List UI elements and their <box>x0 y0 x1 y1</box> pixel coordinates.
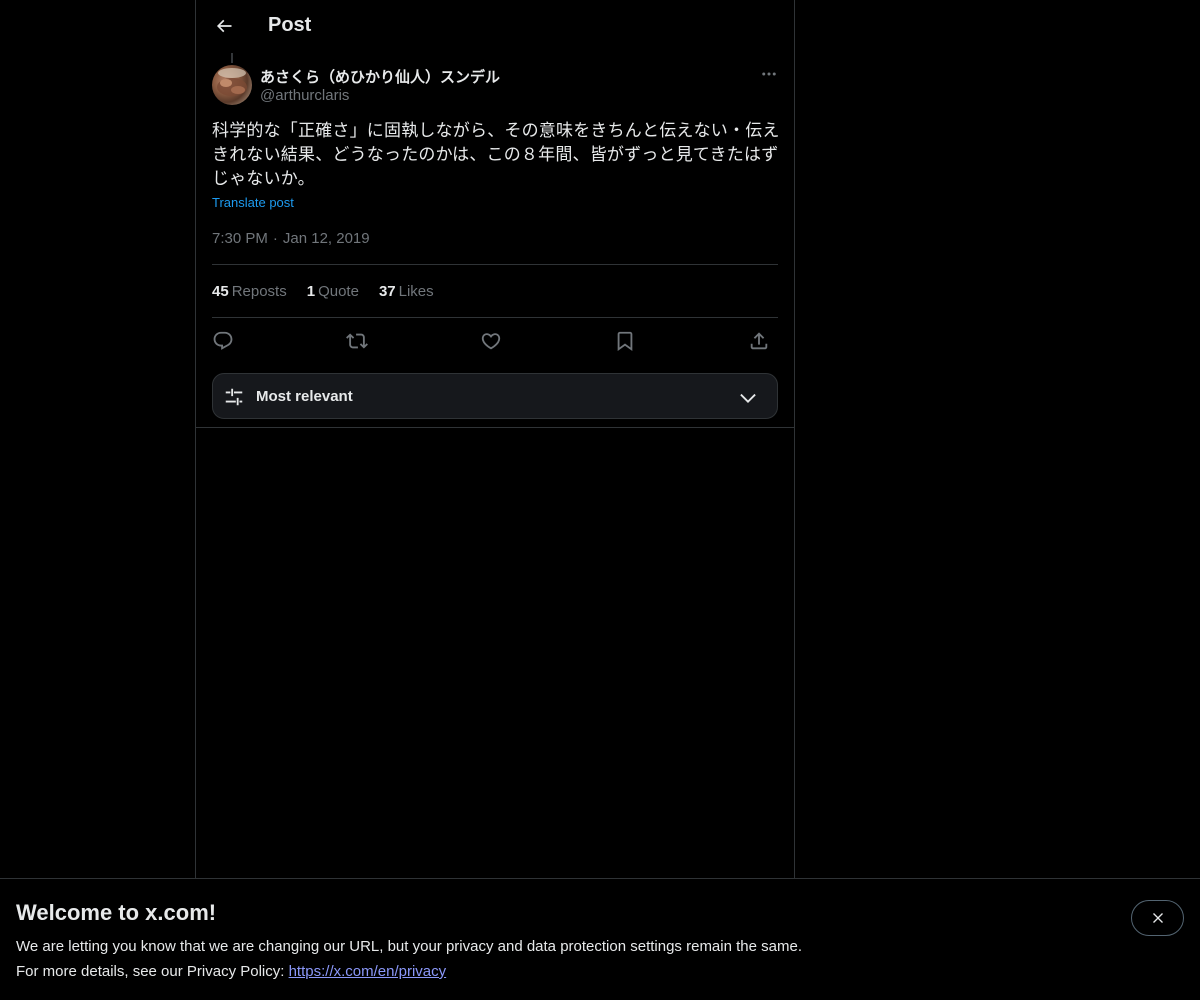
close-banner-button[interactable] <box>1131 900 1184 936</box>
more-options-button[interactable] <box>758 63 780 85</box>
quotes-stat[interactable]: 1 Quote <box>307 283 359 300</box>
chevron-down-icon <box>740 393 756 403</box>
more-horizontal-icon <box>762 72 776 76</box>
likes-count: 37 <box>378 283 396 300</box>
bookmark-icon <box>617 331 633 352</box>
post-date[interactable]: Jan 12, 2019 <box>283 230 370 247</box>
avatar[interactable] <box>212 65 252 105</box>
likes-label: Likes <box>398 283 434 300</box>
welcome-banner: Welcome to x.com! We are letting you kno… <box>0 878 1200 1000</box>
banner-title: Welcome to x.com! <box>16 900 217 925</box>
quotes-count: 1 <box>306 283 316 300</box>
repost-button[interactable] <box>344 328 370 354</box>
page-title: Post <box>268 14 312 36</box>
reply-button[interactable] <box>210 328 236 354</box>
main-column: Post あさくら（めひかり仙人）スンデル @arthurclaris 科学的な… <box>195 0 795 878</box>
banner-privacy-prefix: For more details, see our Privacy Policy… <box>16 963 289 980</box>
close-icon <box>1152 913 1163 923</box>
banner-privacy-note: For more details, see our Privacy Policy… <box>16 963 446 980</box>
timestamp-separator: · <box>272 230 278 247</box>
quotes-label: Quote <box>318 283 359 300</box>
post-stats: 45 Reposts 1 Quote 37 Likes <box>212 283 434 300</box>
divider <box>212 264 778 265</box>
author-display-name[interactable]: あさくら（めひかり仙人）スンデル <box>260 66 500 87</box>
reposts-count: 45 <box>212 283 229 300</box>
sort-replies-dropdown[interactable]: Most relevant <box>212 373 778 419</box>
post-time[interactable]: 7:30 PM <box>212 230 268 247</box>
reply-icon <box>213 331 233 350</box>
like-button[interactable] <box>478 328 504 354</box>
likes-stat[interactable]: 37 Likes <box>379 283 434 300</box>
divider <box>196 427 794 428</box>
page-header: Post <box>196 0 794 53</box>
share-icon <box>750 332 768 350</box>
post-timestamp: 7:30 PM · Jan 12, 2019 <box>212 230 370 247</box>
share-button[interactable] <box>746 328 772 354</box>
back-button[interactable] <box>210 12 238 40</box>
repost-icon <box>346 333 368 349</box>
post-actions <box>212 328 780 354</box>
author-handle[interactable]: @arthurclaris <box>260 87 349 104</box>
avatar-image <box>217 68 247 96</box>
thread-connector <box>231 53 233 63</box>
reposts-label: Reposts <box>231 283 287 300</box>
translate-post-link[interactable]: Translate post <box>212 195 294 210</box>
reposts-stat[interactable]: 45 Reposts <box>212 283 287 300</box>
banner-message: We are letting you know that we are chan… <box>16 938 802 955</box>
like-icon <box>481 333 501 350</box>
bookmark-button[interactable] <box>612 328 638 354</box>
post-text: 科学的な「正確さ」に固執しながら、その意味をきちんと伝えない・伝えきれない結果、… <box>212 121 780 188</box>
divider <box>212 317 778 318</box>
privacy-policy-link[interactable]: https://x.com/en/privacy <box>289 963 447 980</box>
sort-label: Most relevant <box>256 388 353 405</box>
back-arrow-icon <box>216 19 232 33</box>
filter-sliders-icon <box>225 388 243 406</box>
